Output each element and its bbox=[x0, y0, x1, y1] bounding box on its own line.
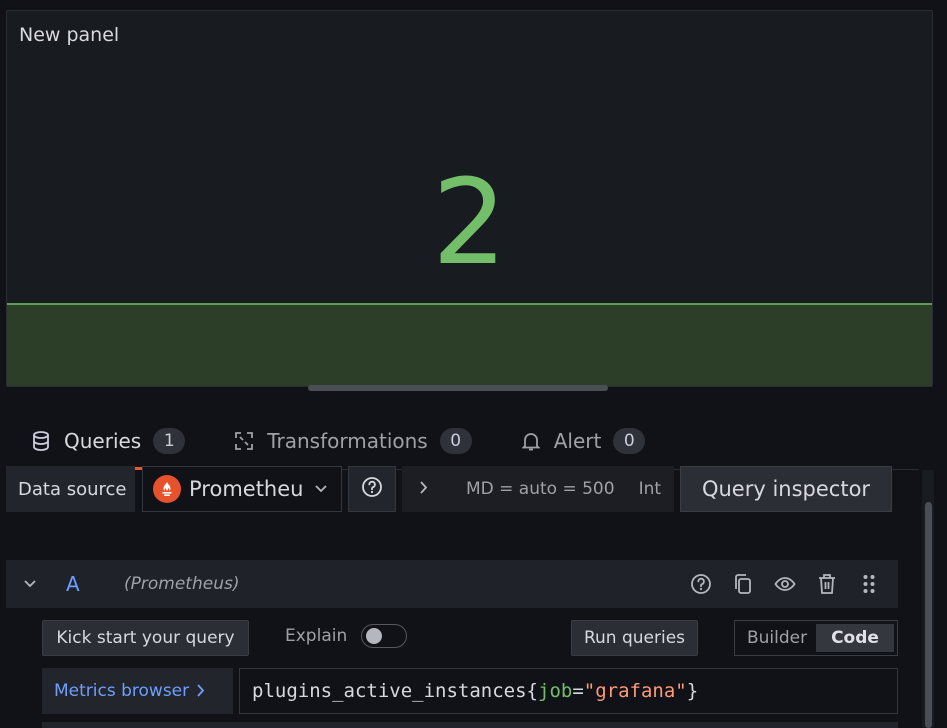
collapse-chevron-icon[interactable] bbox=[6, 576, 54, 592]
datasource-picker[interactable]: Prometheu bbox=[142, 466, 342, 512]
panel-preview: New panel 2 bbox=[6, 10, 933, 387]
duplicate-query-icon[interactable] bbox=[728, 569, 758, 599]
metrics-browser-button[interactable]: Metrics browser bbox=[42, 668, 233, 714]
stat-value: 2 bbox=[431, 153, 508, 291]
tab-alert-label: Alert bbox=[553, 429, 602, 453]
explain-toggle[interactable] bbox=[361, 624, 407, 648]
tab-transformations[interactable]: Transformations 0 bbox=[209, 413, 495, 469]
query-inspector-button[interactable]: Query inspector bbox=[680, 466, 892, 512]
query-toolbar: Data source Prometheu MD = auto = 500 In… bbox=[6, 466, 919, 512]
metrics-browser-label: Metrics browser bbox=[54, 681, 190, 701]
next-editor-row bbox=[42, 722, 898, 728]
query-help-icon[interactable] bbox=[686, 569, 716, 599]
transform-icon bbox=[233, 430, 255, 452]
query-row-header: A (Prometheus) bbox=[6, 560, 898, 608]
help-circle-icon bbox=[361, 476, 383, 503]
database-icon bbox=[30, 430, 52, 452]
promql-label-value: "grafana" bbox=[583, 680, 687, 702]
promql-metric: plugins_active_instances bbox=[252, 680, 527, 702]
drag-handle-icon[interactable] bbox=[854, 569, 884, 599]
delete-query-trash-icon[interactable] bbox=[812, 569, 842, 599]
panel-resize-handle[interactable] bbox=[308, 385, 608, 391]
chevron-down-icon bbox=[315, 481, 328, 497]
prometheus-logo-icon bbox=[153, 475, 181, 503]
stat-sparkline-area bbox=[7, 303, 932, 386]
promql-label-key: job bbox=[538, 680, 573, 702]
datasource-label: Data source bbox=[6, 466, 135, 512]
panel-title[interactable]: New panel bbox=[19, 24, 119, 46]
query-datasource-name: (Prometheus) bbox=[124, 574, 240, 594]
mode-builder-option[interactable]: Builder bbox=[738, 624, 816, 652]
query-row-actions bbox=[686, 569, 898, 599]
explain-toggle-knob bbox=[366, 628, 382, 644]
query-ref-id[interactable]: A bbox=[54, 572, 124, 596]
editor-mode-switch: Builder Code bbox=[734, 620, 898, 656]
run-queries-button[interactable]: Run queries bbox=[571, 620, 698, 656]
bell-icon bbox=[520, 430, 542, 452]
query-options-interval: Int bbox=[638, 479, 662, 499]
query-options-collapsed[interactable]: MD = auto = 500 Int bbox=[402, 466, 674, 512]
tab-alert[interactable]: Alert 0 bbox=[496, 413, 670, 469]
promql-query-input[interactable]: plugins_active_instances{job = "grafana"} bbox=[239, 668, 898, 714]
kick-start-query-button[interactable]: Kick start your query bbox=[42, 620, 249, 656]
datasource-name: Prometheu bbox=[189, 477, 304, 501]
tab-queries-count: 1 bbox=[153, 428, 186, 454]
tab-alert-count: 0 bbox=[613, 428, 646, 454]
tab-queries[interactable]: Queries 1 bbox=[6, 413, 210, 470]
promql-open-brace: { bbox=[526, 680, 538, 702]
mode-code-option[interactable]: Code bbox=[816, 624, 894, 652]
tab-queries-label: Queries bbox=[64, 429, 142, 453]
chevron-right-icon bbox=[420, 479, 428, 499]
tab-transformations-label: Transformations bbox=[267, 429, 428, 453]
promql-equals: = bbox=[572, 680, 584, 702]
chevron-right-icon bbox=[197, 682, 205, 701]
explain-label: Explain bbox=[285, 626, 348, 646]
tab-transformations-count: 0 bbox=[439, 428, 472, 454]
hide-query-eye-icon[interactable] bbox=[770, 569, 800, 599]
promql-close-brace: } bbox=[686, 680, 699, 702]
query-options-summary: MD = auto = 500 bbox=[466, 479, 615, 499]
editor-scrollbar-thumb[interactable] bbox=[925, 502, 932, 728]
datasource-help-button[interactable] bbox=[348, 466, 396, 512]
editor-tabs: Queries 1 Transformations 0 Alert 0 bbox=[6, 414, 919, 470]
